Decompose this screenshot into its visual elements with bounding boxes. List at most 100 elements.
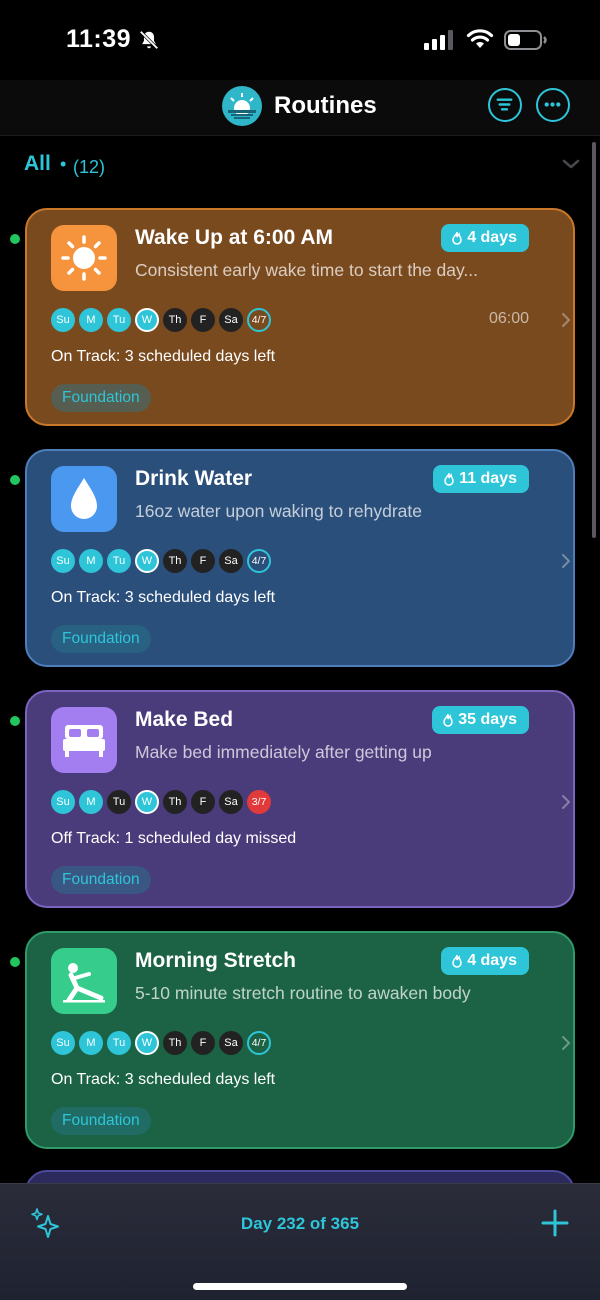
routine-card[interactable]: Drink Water 16oz water upon waking to re… bbox=[10, 449, 575, 667]
streak-badge: 4 days bbox=[441, 947, 529, 975]
day-tuesday: Tu bbox=[107, 549, 131, 573]
filter-separator: • bbox=[60, 154, 67, 174]
active-status-dot bbox=[10, 234, 20, 244]
day-tuesday: Tu bbox=[107, 790, 131, 814]
app-logo-icon bbox=[222, 86, 262, 126]
day-monday: M bbox=[79, 1031, 103, 1055]
day-thursday: Th bbox=[163, 1031, 187, 1055]
streak-badge: 11 days bbox=[433, 465, 529, 493]
routine-description: 16oz water upon waking to rehydrate bbox=[135, 501, 422, 521]
category-label: Foundation bbox=[62, 1112, 140, 1129]
day-sunday: Su bbox=[51, 308, 75, 332]
scheduled-time: 06:00 bbox=[488, 310, 529, 327]
day-sunday: Su bbox=[51, 790, 75, 814]
bottom-toolbar: Day 232 of 365 bbox=[0, 1183, 600, 1300]
filter-label[interactable]: All bbox=[24, 152, 51, 176]
weekday-tracker: Su M Tu W Th F Sa 4/7 bbox=[51, 1031, 271, 1055]
routine-card[interactable]: Make Bed Make bed immediately after gett… bbox=[10, 690, 575, 908]
day-friday: F bbox=[191, 308, 215, 332]
category-label: Foundation bbox=[62, 871, 140, 888]
filter-button[interactable] bbox=[488, 88, 522, 122]
routine-title: Drink Water bbox=[135, 467, 253, 490]
routine-description: Make bed immediately after getting up bbox=[135, 742, 432, 762]
day-sunday: Su bbox=[51, 1031, 75, 1055]
day-friday: F bbox=[191, 790, 215, 814]
track-status: Off Track: 1 scheduled day missed bbox=[51, 830, 297, 847]
routine-title: Make Bed bbox=[135, 708, 234, 731]
bell-slash-icon bbox=[139, 30, 159, 50]
chevron-down-icon[interactable] bbox=[562, 158, 580, 170]
weekly-progress: 4/7 bbox=[247, 308, 271, 332]
filter-count: (12) bbox=[73, 157, 106, 177]
day-saturday: Sa bbox=[219, 790, 243, 814]
home-indicator[interactable] bbox=[193, 1283, 407, 1290]
day-wednesday: W bbox=[135, 790, 159, 814]
status-bar: 11:39 bbox=[0, 0, 600, 80]
wifi-icon bbox=[466, 29, 494, 48]
status-time: 11:39 bbox=[66, 25, 132, 53]
routine-card[interactable]: Wake Up at 6:00 AM Consistent early wake… bbox=[10, 208, 575, 426]
chevron-right-icon bbox=[562, 313, 571, 327]
day-wednesday: W bbox=[135, 549, 159, 573]
active-status-dot bbox=[10, 957, 20, 967]
track-status: On Track: 3 scheduled days left bbox=[51, 589, 276, 606]
day-monday: M bbox=[79, 790, 103, 814]
day-friday: F bbox=[191, 1031, 215, 1055]
flame-icon bbox=[452, 954, 462, 968]
streak-badge: 4 days bbox=[441, 224, 529, 252]
day-saturday: Sa bbox=[219, 308, 243, 332]
category-label: Foundation bbox=[62, 389, 140, 406]
routine-icon-container bbox=[51, 707, 117, 773]
plus-icon[interactable] bbox=[540, 1208, 570, 1238]
filter-icon bbox=[496, 98, 513, 111]
category-tag: Foundation bbox=[51, 384, 151, 412]
category-label: Foundation bbox=[62, 630, 140, 647]
streak-label: 35 days bbox=[458, 711, 517, 728]
day-thursday: Th bbox=[163, 790, 187, 814]
track-status: On Track: 3 scheduled days left bbox=[51, 1071, 276, 1088]
day-monday: M bbox=[79, 549, 103, 573]
category-tag: Foundation bbox=[51, 625, 151, 653]
battery-icon bbox=[504, 30, 547, 50]
day-wednesday: W bbox=[135, 308, 159, 332]
day-tuesday: Tu bbox=[107, 1031, 131, 1055]
routine-description: Consistent early wake time to start the … bbox=[135, 260, 479, 280]
ellipsis-icon bbox=[544, 102, 561, 107]
routine-title: Wake Up at 6:00 AM bbox=[135, 226, 333, 249]
streak-label: 4 days bbox=[467, 229, 517, 246]
day-saturday: Sa bbox=[219, 549, 243, 573]
chevron-right-icon bbox=[562, 1036, 571, 1050]
scroll-indicator[interactable] bbox=[592, 142, 596, 538]
day-thursday: Th bbox=[163, 549, 187, 573]
chevron-right-icon bbox=[562, 795, 571, 809]
day-friday: F bbox=[191, 549, 215, 573]
active-status-dot bbox=[10, 475, 20, 485]
routine-title: Morning Stretch bbox=[135, 949, 296, 972]
flame-icon bbox=[444, 472, 454, 486]
day-sunday: Su bbox=[51, 549, 75, 573]
more-options-button[interactable] bbox=[536, 88, 570, 122]
day-tuesday: Tu bbox=[107, 308, 131, 332]
weekday-tracker: Su M Tu W Th F Sa 3/7 bbox=[51, 790, 271, 814]
filter-row[interactable]: All • (12) bbox=[24, 152, 584, 182]
streak-badge: 35 days bbox=[432, 706, 529, 734]
sun-icon bbox=[61, 235, 107, 281]
day-thursday: Th bbox=[163, 308, 187, 332]
track-status: On Track: 3 scheduled days left bbox=[51, 348, 276, 365]
weekday-tracker: Su M Tu W Th F Sa 4/7 bbox=[51, 308, 271, 332]
active-status-dot bbox=[10, 716, 20, 726]
day-monday: M bbox=[79, 308, 103, 332]
flame-icon bbox=[452, 231, 462, 245]
routine-card[interactable]: Morning Stretch 5-10 minute stretch rout… bbox=[10, 931, 575, 1149]
routine-icon-container bbox=[51, 948, 117, 1014]
category-tag: Foundation bbox=[51, 866, 151, 894]
day-saturday: Sa bbox=[219, 1031, 243, 1055]
bed-icon bbox=[63, 725, 105, 757]
chevron-right-icon bbox=[562, 554, 571, 568]
category-tag: Foundation bbox=[51, 1107, 151, 1135]
routine-description: 5-10 minute stretch routine to awaken bo… bbox=[135, 983, 471, 1003]
routine-icon-container bbox=[51, 225, 117, 291]
navigation-header: Routines bbox=[0, 80, 600, 136]
cellular-signal-icon bbox=[424, 30, 453, 50]
day-wednesday: W bbox=[135, 1031, 159, 1055]
